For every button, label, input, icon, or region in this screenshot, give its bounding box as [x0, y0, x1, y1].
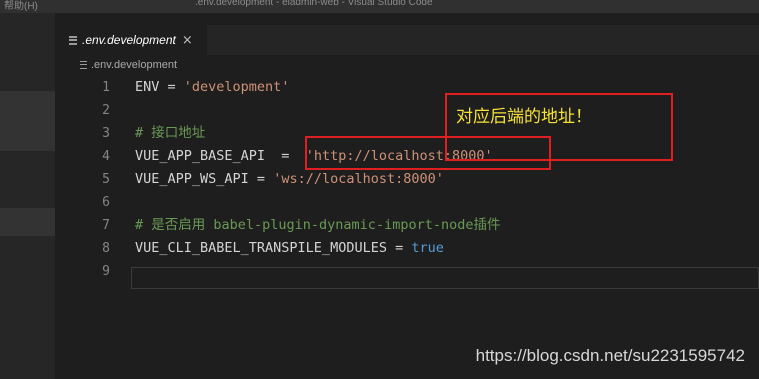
- tab-env-development[interactable]: .env.development ×: [55, 25, 207, 55]
- code-line[interactable]: 8 VUE_CLI_BABEL_TRANSPILE_MODULES = true: [55, 237, 759, 260]
- breadcrumb[interactable]: .env.development: [80, 57, 177, 73]
- line-content: VUE_CLI_BABEL_TRANSPILE_MODULES = true: [135, 237, 444, 260]
- line-number: 2: [102, 103, 110, 118]
- code-line[interactable]: 9: [55, 260, 759, 283]
- code-token: VUE_APP_BASE_API: [135, 148, 266, 164]
- code-token: =: [386, 240, 412, 256]
- code-line[interactable]: 6: [55, 191, 759, 214]
- code-token: # 接口地址: [135, 125, 206, 141]
- activity-bar: [0, 13, 55, 379]
- file-icon: [80, 61, 87, 69]
- line-content: # 接口地址: [135, 122, 205, 145]
- breadcrumb-label: .env.development: [91, 59, 178, 71]
- line-number: 6: [102, 195, 110, 210]
- line-number: 9: [102, 264, 110, 279]
- line-number: 7: [102, 218, 110, 233]
- tab-label: .env.development: [82, 33, 176, 47]
- file-icon: [69, 35, 77, 45]
- annotation-text: 对应后端的地址！: [456, 107, 592, 127]
- line-number: 8: [102, 241, 110, 256]
- code-token: =: [248, 171, 274, 187]
- code-token: 'ws://localhost:8000': [273, 171, 444, 187]
- window-title: .env.development - eladmin-web - Visual …: [195, 0, 433, 8]
- code-token: true: [411, 240, 444, 256]
- title-bar: 帮助(H) .env.development - eladmin-web - V…: [0, 0, 759, 13]
- watermark: https://blog.csdn.net/su2231595742: [475, 346, 745, 365]
- tab-strip: .env.development ×: [55, 25, 759, 55]
- code-token: =: [159, 79, 184, 95]
- line-number: 1: [102, 80, 110, 95]
- code-token: VUE_CLI_BABEL_TRANSPILE_MODULES: [135, 240, 387, 256]
- menu-help[interactable]: 帮助(H): [4, 0, 38, 12]
- code-token: 'development': [183, 79, 290, 95]
- line-content: VUE_APP_WS_API = 'ws://localhost:8000': [135, 168, 444, 191]
- activity-item-selected[interactable]: [0, 208, 55, 236]
- close-icon[interactable]: ×: [182, 33, 193, 48]
- code-token: ENV: [135, 79, 160, 95]
- code-line[interactable]: 5 VUE_APP_WS_API = 'ws://localhost:8000': [55, 168, 759, 191]
- line-content: ENV = 'development': [135, 76, 289, 99]
- code-line[interactable]: 7 # 是否启用 babel-plugin-dynamic-import-node…: [55, 214, 759, 237]
- line-number: 4: [102, 149, 110, 164]
- line-content: # 是否启用 babel-plugin-dynamic-import-node插…: [135, 214, 500, 237]
- activity-item-explorer[interactable]: [0, 91, 55, 151]
- line-number: 5: [102, 172, 110, 187]
- code-token: # 是否启用 babel-plugin-dynamic-import-node插…: [135, 217, 501, 233]
- code-token: =: [265, 148, 306, 164]
- editor-area: .env.development × .env.development 1 ENV…: [55, 13, 759, 379]
- line-number: 3: [102, 126, 110, 141]
- code-token: VUE_APP_WS_API: [135, 171, 249, 187]
